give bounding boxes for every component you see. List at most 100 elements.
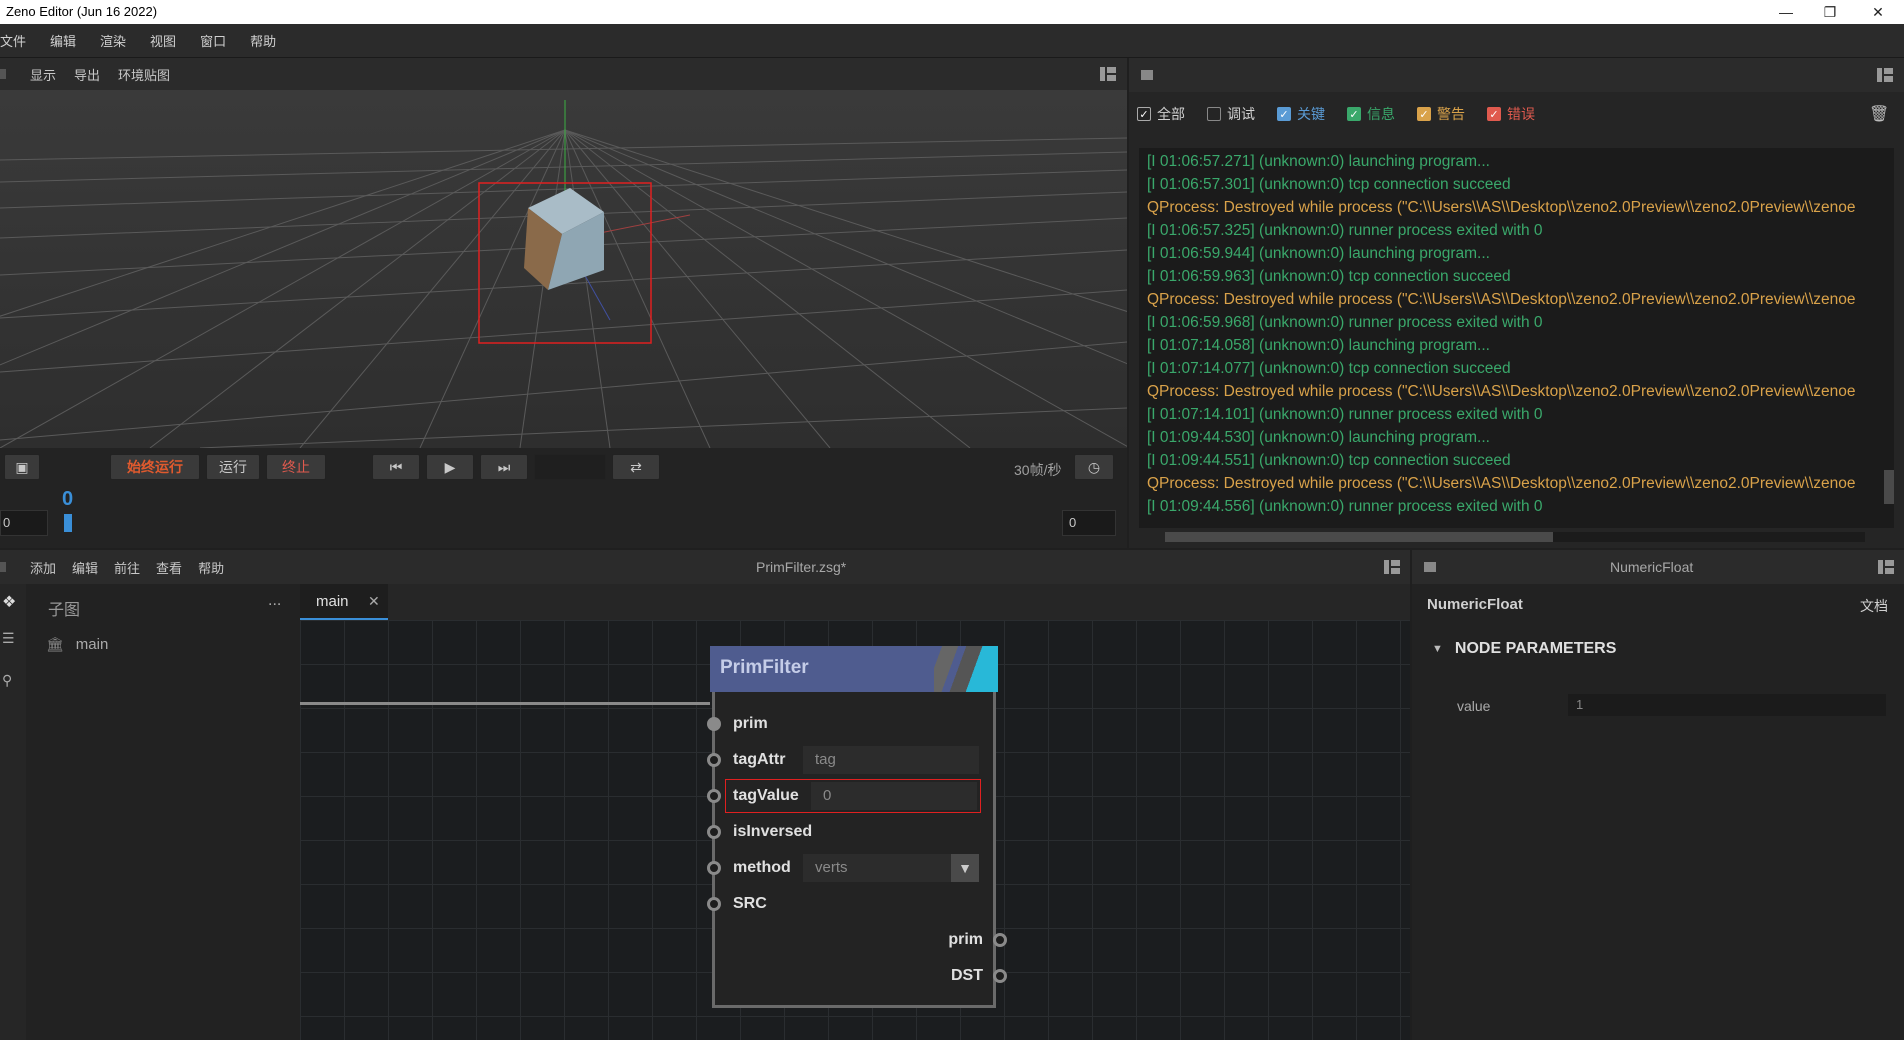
- socket-icon[interactable]: [707, 897, 721, 911]
- node-graph-canvas[interactable]: PrimFilter prim tagAttr tag tagValue 0 i…: [300, 620, 1410, 1040]
- clock-icon: ◷: [1087, 458, 1101, 475]
- search-icon[interactable]: ⚲: [2, 672, 12, 689]
- socket-icon[interactable]: [993, 969, 1007, 983]
- checkbox-unchecked-icon: [1207, 107, 1221, 121]
- port-label: prim: [733, 715, 768, 732]
- input-port-method[interactable]: method verts ▼: [707, 850, 999, 886]
- filter-debug[interactable]: 调试: [1207, 104, 1255, 124]
- filter-info[interactable]: ✓ 信息: [1347, 104, 1395, 124]
- input-port-src[interactable]: SRC: [707, 886, 999, 922]
- viewport-toolbar: 显示 导出 环境贴图: [0, 58, 1127, 90]
- next-frame-button[interactable]: ⏭: [480, 454, 528, 480]
- socket-icon[interactable]: [707, 789, 721, 803]
- loop-button[interactable]: ⇄: [612, 454, 660, 480]
- timeline-slider-handle[interactable]: [64, 514, 72, 532]
- log-line: [I 01:09:44.556] (unknown:0) runner proc…: [1147, 498, 1543, 515]
- socket-icon[interactable]: [707, 753, 721, 767]
- tagattr-input[interactable]: tag: [803, 746, 979, 774]
- filter-all[interactable]: ✓ 全部: [1137, 104, 1185, 124]
- socket-icon[interactable]: [707, 717, 721, 731]
- log-list[interactable]: [I 01:06:57.271] (unknown:0) launching p…: [1139, 148, 1891, 528]
- viewport-menu-display[interactable]: 显示: [30, 65, 56, 84]
- menu-edit[interactable]: 编辑: [50, 31, 76, 50]
- menu-render[interactable]: 渲染: [100, 31, 126, 50]
- tab-main[interactable]: main ✕: [300, 584, 388, 620]
- log-line: QProcess: Destroyed while process ("C:\\…: [1147, 291, 1856, 308]
- close-tab-icon[interactable]: ✕: [368, 593, 380, 610]
- node-header[interactable]: PrimFilter: [710, 646, 998, 692]
- play-button[interactable]: ▶: [426, 454, 474, 480]
- menu-view[interactable]: 视图: [150, 31, 176, 50]
- run-button[interactable]: 运行: [206, 454, 260, 480]
- log-vertical-scrollbar[interactable]: [1884, 148, 1894, 528]
- log-line: QProcess: Destroyed while process ("C:\\…: [1147, 383, 1856, 400]
- graph-menu-edit[interactable]: 编辑: [72, 558, 98, 577]
- node-primfilter[interactable]: PrimFilter prim tagAttr tag tagValue 0 i…: [707, 646, 1007, 1008]
- fps-label: 30帧/秒: [1014, 462, 1062, 478]
- filter-error[interactable]: ✓ 错误: [1487, 104, 1535, 124]
- filter-warning[interactable]: ✓ 警告: [1417, 104, 1465, 124]
- socket-icon[interactable]: [993, 933, 1007, 947]
- dock-layout-icon[interactable]: [1384, 560, 1400, 577]
- output-port-prim[interactable]: prim: [715, 922, 1007, 958]
- viewport-menu-export[interactable]: 导出: [74, 65, 100, 84]
- log-line: [I 01:06:57.301] (unknown:0) tcp connect…: [1147, 176, 1511, 193]
- chevron-down-icon[interactable]: ▼: [951, 854, 979, 882]
- screenshot-button[interactable]: ▣: [4, 454, 40, 480]
- node-parameters-section[interactable]: ▼ NODE PARAMETERS: [1432, 640, 1616, 658]
- graph-file-title: PrimFilter.zsg*: [756, 559, 847, 575]
- menu-help[interactable]: 帮助: [250, 31, 276, 50]
- log-line: [I 01:07:14.058] (unknown:0) launching p…: [1147, 337, 1490, 354]
- graph-menu-add[interactable]: 添加: [30, 558, 56, 577]
- stop-button[interactable]: 终止: [266, 454, 326, 480]
- start-frame-input[interactable]: 0: [0, 510, 48, 536]
- port-label: prim: [948, 931, 983, 948]
- log-line: [I 01:06:57.271] (unknown:0) launching p…: [1147, 153, 1490, 170]
- scrollbar-thumb[interactable]: [1165, 532, 1553, 542]
- output-port-dst[interactable]: DST: [715, 958, 1007, 994]
- dock-layout-icon[interactable]: [1877, 68, 1893, 85]
- clock-button[interactable]: ◷: [1074, 454, 1114, 480]
- dock-layout-icon[interactable]: [1878, 560, 1894, 577]
- param-input-value[interactable]: 1: [1568, 694, 1886, 716]
- subgraph-item-main[interactable]: 🏛 main: [46, 636, 108, 653]
- log-horizontal-scrollbar[interactable]: [1165, 532, 1865, 542]
- node-status-toggles[interactable]: [934, 646, 998, 692]
- dock-layout-icon[interactable]: [1100, 67, 1116, 81]
- graph-menu-goto[interactable]: 前往: [114, 558, 140, 577]
- viewport-menu-envmap[interactable]: 环境贴图: [118, 65, 170, 84]
- minimize-button[interactable]: —: [1764, 0, 1808, 24]
- end-frame-input[interactable]: 0: [1062, 510, 1116, 536]
- subgraph-icon[interactable]: ❖: [2, 592, 16, 612]
- tab-label: main: [316, 593, 349, 610]
- skip-forward-icon: ⏭: [497, 458, 511, 475]
- log-line: QProcess: Destroyed while process ("C:\\…: [1147, 199, 1856, 216]
- 3d-viewport[interactable]: [0, 90, 1127, 448]
- doc-link[interactable]: 文档: [1860, 596, 1888, 616]
- input-port-tagvalue[interactable]: tagValue 0: [707, 778, 999, 814]
- port-label: method: [733, 859, 791, 876]
- prev-frame-button[interactable]: ⏮: [372, 454, 420, 480]
- method-select[interactable]: verts: [803, 854, 951, 882]
- close-window-button[interactable]: ✕: [1856, 0, 1900, 24]
- filter-critical[interactable]: ✓ 关键: [1277, 104, 1325, 124]
- socket-icon[interactable]: [707, 825, 721, 839]
- tree-icon[interactable]: ☰: [2, 630, 15, 647]
- menu-window[interactable]: 窗口: [200, 31, 226, 50]
- checkbox-checked-icon: ✓: [1137, 107, 1151, 121]
- trash-icon[interactable]: 🗑: [1869, 104, 1889, 124]
- scrollbar-thumb[interactable]: [1884, 470, 1894, 504]
- tagvalue-input[interactable]: 0: [811, 782, 977, 810]
- input-port-prim[interactable]: prim: [707, 706, 999, 742]
- viewport-scene: [0, 100, 1127, 448]
- frame-input[interactable]: [534, 454, 606, 480]
- graph-menu-view[interactable]: 查看: [156, 558, 182, 577]
- socket-icon[interactable]: [707, 861, 721, 875]
- more-options-icon[interactable]: ...: [268, 592, 281, 610]
- input-port-tagattr[interactable]: tagAttr tag: [707, 742, 999, 778]
- always-run-button[interactable]: 始终运行: [110, 454, 200, 480]
- graph-menu-help[interactable]: 帮助: [198, 558, 224, 577]
- menu-file[interactable]: 文件: [0, 31, 26, 50]
- input-port-isinversed[interactable]: isInversed: [707, 814, 999, 850]
- restore-button[interactable]: ❐: [1808, 0, 1852, 24]
